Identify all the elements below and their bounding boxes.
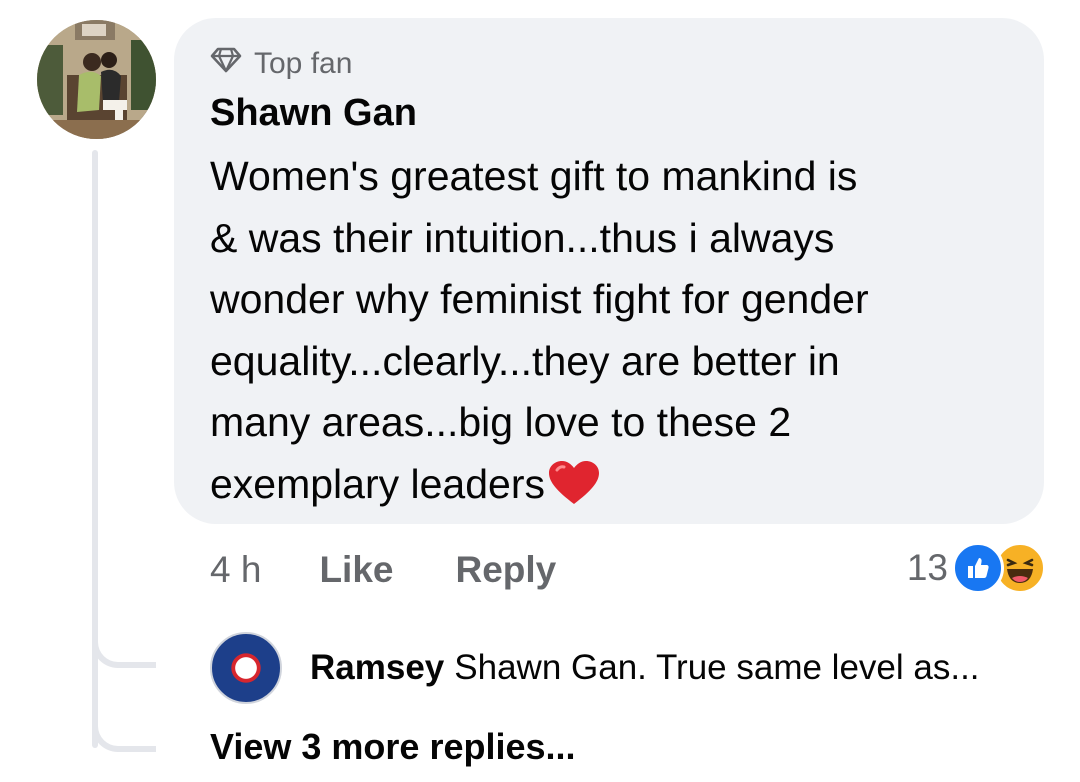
reply-preview[interactable]: Ramsey Shawn Gan. True same level as...: [210, 632, 980, 704]
like-button[interactable]: Like: [319, 549, 393, 591]
like-icon: [952, 542, 1004, 594]
badge-label: Top fan: [254, 47, 353, 80]
view-more-replies-link[interactable]: View 3 more replies...: [210, 726, 576, 768]
reaction-summary[interactable]: 13: [907, 542, 1046, 594]
comment-actions: 4 h Like Reply: [210, 545, 618, 595]
thread-branch-more: [92, 714, 156, 752]
comment-bubble: Top fan Shawn Gan Women's greatest gift …: [174, 18, 1044, 524]
avatar[interactable]: [37, 20, 156, 139]
avatar-photo: [37, 20, 156, 139]
comment-text: Women's greatest gift to mankind is & wa…: [210, 146, 1010, 515]
thread-branch-reply: [92, 630, 156, 668]
reply-text: Ramsey Shawn Gan. True same level as...: [310, 648, 980, 688]
heart-icon: [547, 460, 601, 506]
comment-timestamp[interactable]: 4 h: [210, 549, 261, 591]
reply-author[interactable]: Ramsey: [310, 648, 444, 687]
diamond-icon: [210, 46, 242, 82]
top-fan-badge[interactable]: Top fan: [210, 44, 1008, 84]
reaction-count: 13: [906, 547, 948, 588]
reply-snippet: Shawn Gan. True same level as...: [454, 648, 980, 687]
reply-avatar[interactable]: [210, 632, 282, 704]
reply-button[interactable]: Reply: [455, 549, 556, 591]
comment-author[interactable]: Shawn Gan: [210, 90, 1008, 136]
comment-text-content: Women's greatest gift to mankind is & wa…: [210, 153, 869, 507]
